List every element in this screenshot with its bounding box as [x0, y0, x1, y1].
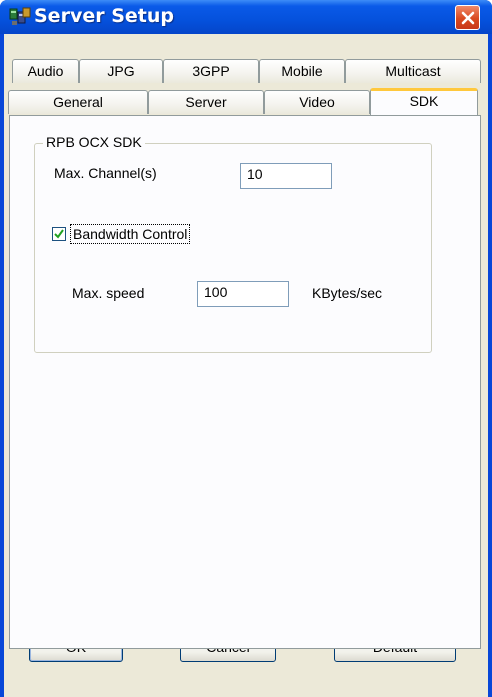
tab-sdk[interactable]: SDK [370, 88, 478, 115]
max-channels-input[interactable]: 10 [240, 163, 332, 189]
max-speed-input[interactable]: 100 [197, 281, 289, 307]
bandwidth-control-checkbox[interactable] [52, 227, 66, 241]
dialog-client-area: Audio JPG 3GPP Mobile Multicast General … [4, 34, 488, 697]
tab-server[interactable]: Server [148, 90, 264, 114]
server-setup-app-icon [9, 7, 31, 25]
title-bar[interactable]: Server Setup [0, 0, 492, 34]
tab-audio[interactable]: Audio [12, 59, 79, 83]
server-setup-window: Server Setup Audio JPG 3GPP Mobile Multi… [0, 0, 492, 697]
tab-video[interactable]: Video [264, 90, 370, 114]
tab-jpg[interactable]: JPG [79, 59, 163, 83]
max-speed-label: Max. speed [72, 285, 145, 301]
close-x-icon [461, 11, 474, 24]
bandwidth-control-label[interactable]: Bandwidth Control [70, 224, 191, 244]
max-channels-label: Max. Channel(s) [54, 165, 157, 181]
tab-multicast[interactable]: Multicast [345, 59, 481, 83]
window-title: Server Setup [34, 5, 174, 27]
checkmark-icon [54, 229, 64, 239]
tab-general[interactable]: General [8, 90, 148, 114]
max-speed-unit: KBytes/sec [312, 285, 383, 301]
close-button[interactable] [455, 5, 480, 30]
group-title: RPB OCX SDK [43, 134, 145, 150]
tab-mobile[interactable]: Mobile [259, 59, 345, 83]
tab-3gpp[interactable]: 3GPP [163, 59, 259, 83]
